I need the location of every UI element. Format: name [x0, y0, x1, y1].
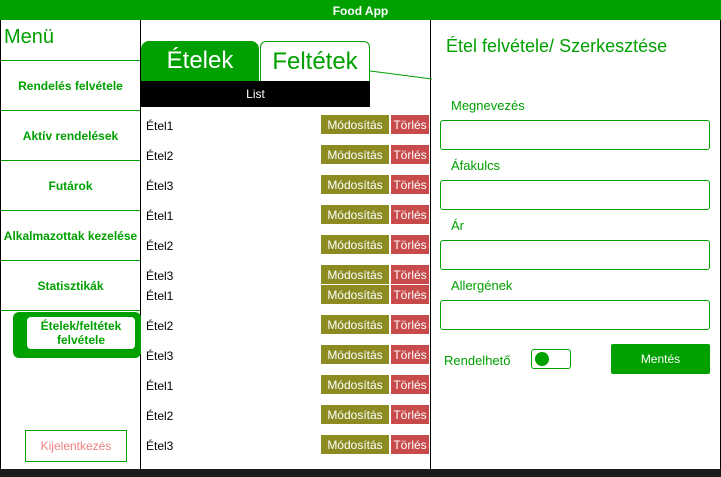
name-input[interactable] [440, 120, 710, 150]
edit-button[interactable]: Módosítás [321, 205, 389, 224]
name-label: Megnevezés [451, 98, 525, 113]
sidebar: Menü Rendelés felvétele Aktív rendelések… [1, 20, 141, 469]
app-title: Food App [332, 4, 389, 18]
list-item: Étel1 Módosítás Törlés [141, 375, 430, 395]
delete-button[interactable]: Törlés [391, 285, 429, 304]
edit-button[interactable]: Módosítás [321, 235, 389, 254]
list-item: Étel2 Módosítás Törlés [141, 405, 430, 425]
list-item: Étel2 Módosítás Törlés [141, 145, 430, 165]
edit-button[interactable]: Módosítás [321, 315, 389, 334]
form-title: Étel felvétele/ Szerkesztése [446, 36, 668, 56]
sidebar-item-label: Statisztikák [37, 278, 104, 293]
sidebar-divider [1, 310, 140, 311]
edit-button[interactable]: Módosítás [321, 265, 389, 284]
list-item: Étel3 Módosítás Törlés [141, 175, 430, 195]
edit-button[interactable]: Módosítás [321, 285, 389, 304]
list-item: Étel2 Módosítás Törlés [141, 235, 430, 255]
sidebar-item-label: Futárok [48, 178, 93, 193]
list-item-name: Étel1 [146, 119, 174, 133]
sidebar-item-label: Rendelés felvétele [18, 78, 123, 93]
app-title-bar: Food App [0, 0, 721, 20]
tab-connector-line [369, 70, 433, 80]
sidebar-item-label: Aktív rendelések [22, 128, 119, 143]
orderable-toggle[interactable] [531, 349, 571, 369]
list-item-name: Étel3 [146, 179, 174, 193]
edit-button[interactable]: Módosítás [321, 175, 389, 194]
delete-button[interactable]: Törlés [391, 175, 429, 194]
delete-button[interactable]: Törlés [391, 265, 429, 284]
list-item-name: Étel2 [146, 149, 174, 163]
tab-toppings[interactable]: Feltétek [260, 41, 370, 81]
list-item-name: Étel3 [146, 349, 174, 363]
delete-button[interactable]: Törlés [391, 345, 429, 364]
delete-button[interactable]: Törlés [391, 315, 429, 334]
list-header: List [141, 81, 370, 107]
sidebar-item-label: Alkalmazottak kezelése [3, 228, 138, 243]
list-item-name: Étel3 [146, 439, 174, 453]
delete-button[interactable]: Törlés [391, 405, 429, 424]
save-button[interactable]: Mentés [611, 344, 710, 374]
list-item: Étel3 Módosítás Törlés [141, 265, 430, 285]
allergens-input[interactable] [440, 300, 710, 330]
edit-button[interactable]: Módosítás [321, 435, 389, 454]
edit-button[interactable]: Módosítás [321, 375, 389, 394]
vat-input[interactable] [440, 180, 710, 210]
tab-foods[interactable]: Ételek [141, 41, 259, 81]
list-item-name: Étel3 [146, 269, 174, 283]
sidebar-item-active-orders[interactable]: Aktív rendelések [1, 110, 140, 160]
orderable-label: Rendelhető [444, 353, 511, 368]
toggle-knob [535, 352, 549, 366]
delete-button[interactable]: Törlés [391, 115, 429, 134]
delete-button[interactable]: Törlés [391, 435, 429, 454]
list-item: Étel3 Módosítás Törlés [141, 345, 430, 365]
edit-button[interactable]: Módosítás [321, 345, 389, 364]
list-panel: Ételek Feltétek List Étel1 Módosítás Törlé… [141, 20, 431, 469]
delete-button[interactable]: Törlés [391, 235, 429, 254]
price-input[interactable] [440, 240, 710, 270]
edit-button[interactable]: Módosítás [321, 405, 389, 424]
logout-button[interactable]: Kijelentkezés [25, 430, 127, 462]
price-label: Ár [451, 218, 464, 233]
edit-form: Étel felvétele/ Szerkesztése Megnevezés … [431, 20, 721, 469]
list-item-name: Étel2 [146, 319, 174, 333]
allergens-label: Allergének [451, 278, 513, 293]
edit-button[interactable]: Módosítás [321, 115, 389, 134]
list-item-name: Étel2 [146, 239, 174, 253]
sidebar-item-label: Ételek/feltétek felvétele [27, 317, 135, 349]
list-item: Étel1 Módosítás Törlés [141, 285, 430, 305]
list-item: Étel1 Módosítás Törlés [141, 115, 430, 135]
list-item: Étel3 Módosítás Törlés [141, 435, 430, 455]
sidebar-item-foods-toppings[interactable]: Ételek/feltétek felvétele [13, 312, 141, 358]
sidebar-item-couriers[interactable]: Futárok [1, 160, 140, 210]
delete-button[interactable]: Törlés [391, 145, 429, 164]
list-item-name: Étel1 [146, 379, 174, 393]
list-item-name: Étel1 [146, 209, 174, 223]
list-item-name: Étel2 [146, 409, 174, 423]
menu-title: Menü [4, 26, 55, 48]
sidebar-item-statistics[interactable]: Statisztikák [1, 260, 140, 310]
list-item: Étel1 Módosítás Törlés [141, 205, 430, 225]
bottom-bar [0, 469, 721, 477]
sidebar-item-order[interactable]: Rendelés felvétele [1, 60, 140, 110]
sidebar-item-employees[interactable]: Alkalmazottak kezelése [1, 210, 140, 260]
list-item: Étel2 Módosítás Törlés [141, 315, 430, 335]
delete-button[interactable]: Törlés [391, 375, 429, 394]
list-item-name: Étel1 [146, 289, 174, 303]
vat-label: Áfakulcs [451, 158, 501, 173]
edit-button[interactable]: Módosítás [321, 145, 389, 164]
delete-button[interactable]: Törlés [391, 205, 429, 224]
